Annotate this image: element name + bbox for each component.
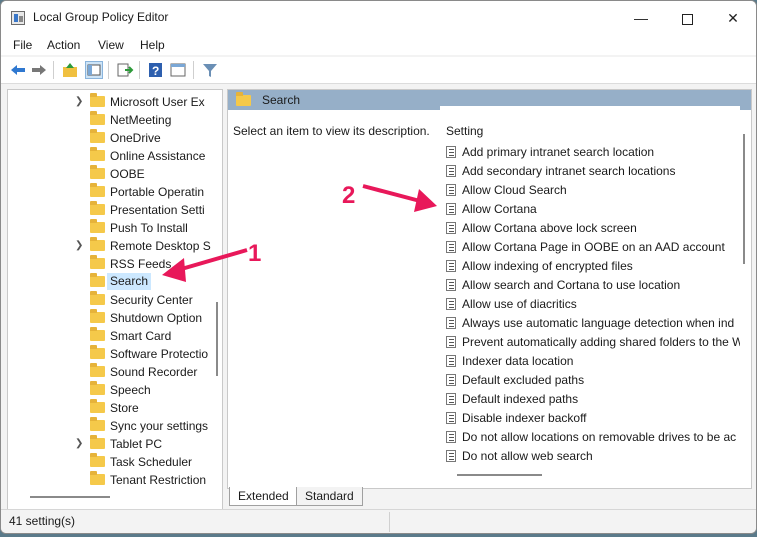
annotation-arrow-1 [177,248,248,272]
annotation-marker-1: 1 [248,240,262,267]
annotation-arrow-2 [362,184,421,203]
annotation-marker-2: 2 [342,182,356,209]
annotation-overlay [162,184,437,282]
annotation-arrowhead-2 [414,189,437,212]
annotation-arrowhead-1 [162,258,186,282]
